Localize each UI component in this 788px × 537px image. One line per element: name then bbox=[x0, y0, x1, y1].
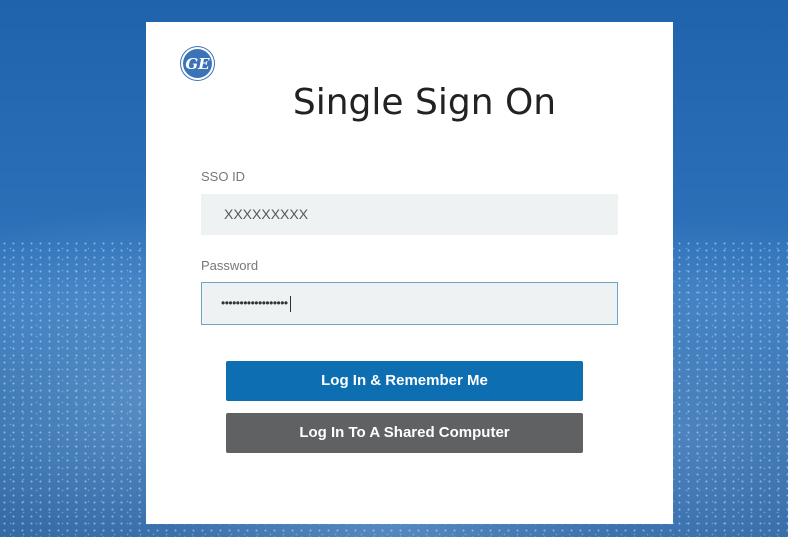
sso-id-field[interactable]: XXXXXXXXX bbox=[201, 194, 618, 235]
login-remember-button[interactable]: Log In & Remember Me bbox=[226, 361, 583, 401]
text-caret bbox=[289, 295, 291, 312]
password-field[interactable]: •••••••••••••••••• bbox=[201, 282, 618, 325]
login-card: GE Single Sign On SSO ID XXXXXXXXX Passw… bbox=[146, 22, 673, 524]
login-shared-computer-button[interactable]: Log In To A Shared Computer bbox=[226, 413, 583, 453]
ge-logo-text: GE bbox=[185, 55, 210, 73]
password-label: Password bbox=[201, 258, 259, 273]
page-title: Single Sign On bbox=[292, 82, 557, 123]
ge-logo-icon: GE bbox=[181, 47, 214, 80]
sso-id-value: XXXXXXXXX bbox=[224, 206, 309, 222]
sso-id-label: SSO ID bbox=[201, 169, 246, 184]
password-value: •••••••••••••••••• bbox=[221, 296, 288, 310]
